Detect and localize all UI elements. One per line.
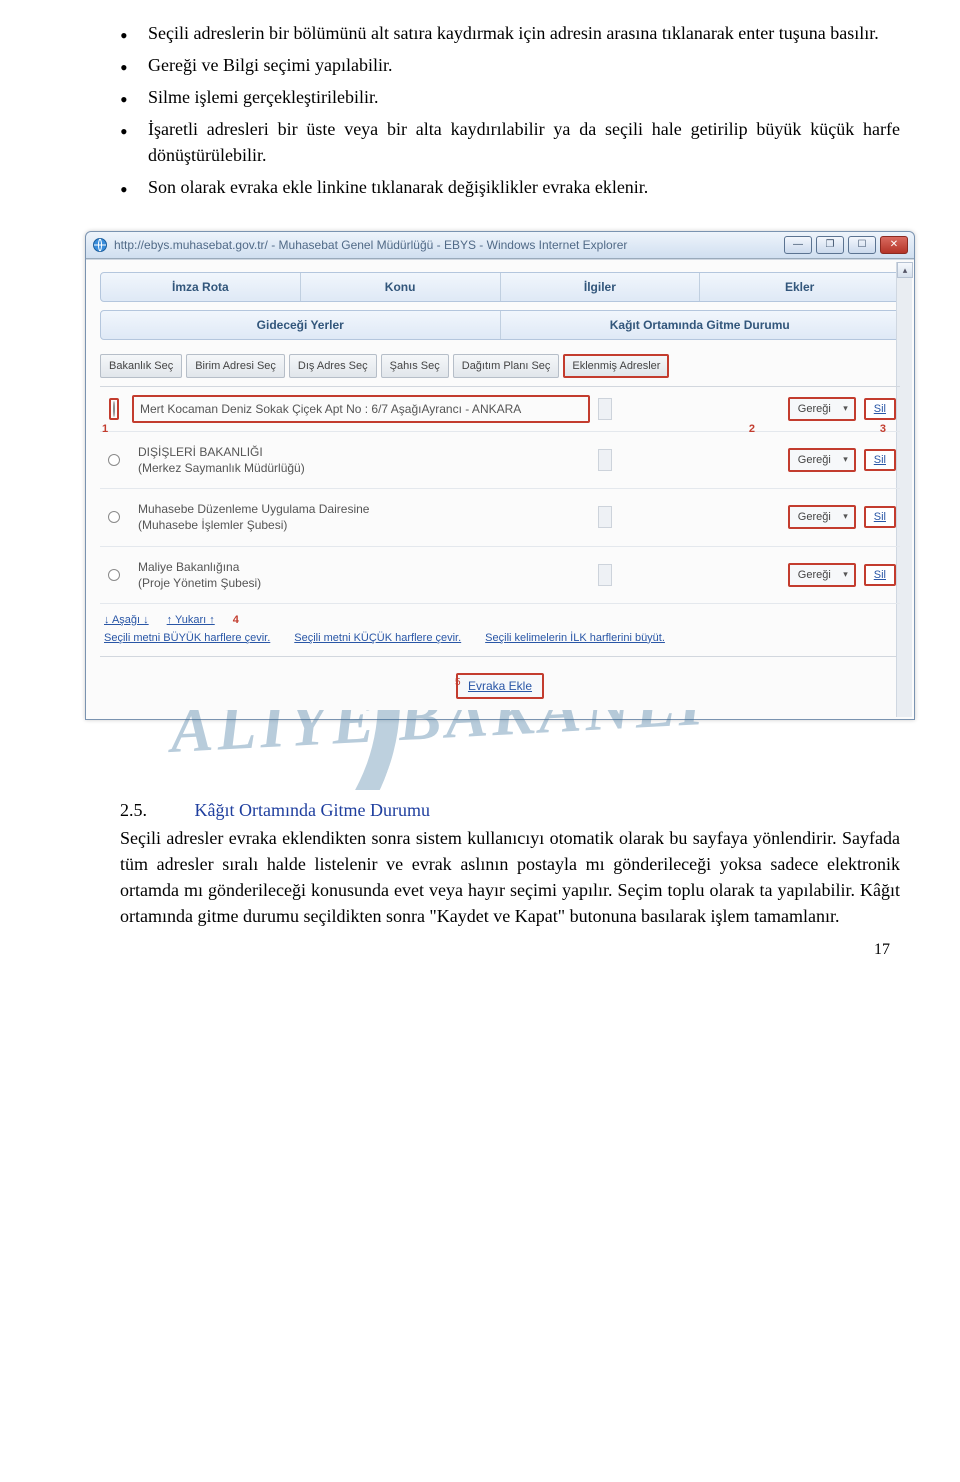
bullet-item: Silme işlemi gerçekleştirilebilir. — [120, 84, 900, 110]
delete-link[interactable]: Sil — [864, 398, 896, 420]
delete-link[interactable]: Sil — [864, 506, 896, 528]
tab-ilgiler[interactable]: İlgiler — [501, 273, 701, 301]
intro-bullet-list: Seçili adreslerin bir bölümünü alt satır… — [120, 20, 900, 201]
bullet-item: İşaretli adresleri bir üste veya bir alt… — [120, 116, 900, 168]
tabs-row-1: İmza Rota Konu İlgiler Ekler — [100, 272, 900, 302]
uppercase-link[interactable]: Seçili metni BÜYÜK harflere çevir. — [104, 632, 270, 644]
filter-buttons: Bakanlık Seç Birim Adresi Seç Dış Adres … — [100, 354, 900, 378]
address-row: 1 Mert Kocaman Deniz Sokak Çiçek Apt No … — [100, 387, 900, 432]
address-text: Maliye Bakanlığına (Proje Yönetim Şubesi… — [132, 555, 590, 595]
radio-select[interactable] — [108, 511, 120, 523]
filter-dis-adres-sec[interactable]: Dış Adres Seç — [289, 354, 377, 378]
address-row: DIŞİŞLERİ BAKANLIĞI (Merkez Saymanlık Mü… — [100, 432, 900, 489]
address-text: DIŞİŞLERİ BAKANLIĞI (Merkez Saymanlık Mü… — [132, 440, 590, 480]
badge-4: 4 — [233, 614, 239, 626]
tab-ekler[interactable]: Ekler — [700, 273, 899, 301]
address-row: Muhasebe Düzenleme Uygulama Dairesine (M… — [100, 489, 900, 546]
filter-dagitim-plani-sec[interactable]: Dağıtım Planı Seç — [453, 354, 560, 378]
watermark: ALİYE BAKANLI — [120, 710, 900, 790]
action-select[interactable]: Gereği — [788, 563, 856, 587]
section-paragraph: Seçili adresler evraka eklendikten sonra… — [120, 825, 900, 929]
bullet-item: Gereği ve Bilgi seçimi yapılabilir. — [120, 52, 900, 78]
action-select[interactable]: Gereği — [788, 505, 856, 529]
section-number: 2.5. — [120, 800, 190, 821]
badge-5: 5 — [455, 677, 461, 688]
bullet-item: Son olarak evraka ekle linkine tıklanara… — [120, 174, 900, 200]
delete-link[interactable]: Sil — [864, 449, 896, 471]
move-up-link[interactable]: ↑ Yukarı ↑ — [167, 614, 215, 626]
window-titlebar: http://ebys.muhasebat.gov.tr/ - Muhaseba… — [86, 232, 914, 259]
move-row: ↓ Aşağı ↓ ↑ Yukarı ↑ 4 — [100, 604, 900, 630]
radio-select[interactable] — [113, 401, 115, 417]
filter-bakanlik-sec[interactable]: Bakanlık Seç — [100, 354, 182, 378]
action-select[interactable]: Gereği — [788, 448, 856, 472]
tab-konu[interactable]: Konu — [301, 273, 501, 301]
badge-1: 1 — [102, 423, 108, 435]
address-list: 2 3 1 Mert Kocaman Deniz Sokak Çiçek Apt… — [100, 386, 900, 604]
drag-handle-icon[interactable] — [598, 564, 612, 586]
bullet-item: Seçili adreslerin bir bölümünü alt satır… — [120, 20, 900, 46]
radio-select[interactable] — [108, 454, 120, 466]
section-title: Kâğıt Ortamında Gitme Durumu — [195, 800, 430, 820]
tab-kagit-ortaminda[interactable]: Kağıt Ortamında Gitme Durumu — [501, 311, 900, 339]
tabs-row-2: Gideceği Yerler Kağıt Ortamında Gitme Du… — [100, 310, 900, 340]
move-down-link[interactable]: ↓ Aşağı ↓ — [104, 614, 149, 626]
page-number: 17 — [874, 941, 890, 959]
drag-handle-icon[interactable] — [598, 506, 612, 528]
window-title: http://ebys.muhasebat.gov.tr/ - Muhaseba… — [114, 238, 784, 252]
badge-2: 2 — [749, 423, 755, 435]
ie-icon — [92, 237, 108, 253]
evraka-ekle-button[interactable]: 5 Evraka Ekle — [456, 673, 544, 699]
evraka-ekle-label: Evraka Ekle — [468, 679, 532, 693]
convert-row: Seçili metni BÜYÜK harflere çevir. Seçil… — [100, 630, 900, 657]
window-restore-button[interactable]: ❐ — [816, 236, 844, 254]
scroll-up-icon[interactable]: ▴ — [897, 262, 913, 278]
ie-window: http://ebys.muhasebat.gov.tr/ - Muhaseba… — [85, 231, 915, 720]
address-text: Mert Kocaman Deniz Sokak Çiçek Apt No : … — [132, 395, 590, 423]
address-text: Muhasebe Düzenleme Uygulama Dairesine (M… — [132, 497, 590, 537]
window-close-button[interactable]: ✕ — [880, 236, 908, 254]
drag-handle-icon[interactable] — [598, 449, 612, 471]
badge-1-wrap — [109, 398, 119, 420]
badge-3: 3 — [880, 423, 886, 435]
lowercase-link[interactable]: Seçili metni KÜÇÜK harflere çevir. — [294, 632, 461, 644]
delete-link[interactable]: Sil — [864, 564, 896, 586]
action-select[interactable]: Gereği — [788, 397, 856, 421]
filter-eklenmis-adresler[interactable]: Eklenmiş Adresler — [563, 354, 669, 378]
tab-gidecegi-yerler[interactable]: Gideceği Yerler — [101, 311, 501, 339]
section-heading: 2.5. Kâğıt Ortamında Gitme Durumu — [120, 800, 900, 821]
tab-imza-rota[interactable]: İmza Rota — [101, 273, 301, 301]
filter-birim-adresi-sec[interactable]: Birim Adresi Seç — [186, 354, 285, 378]
window-maximize-button[interactable]: ☐ — [848, 236, 876, 254]
window-content: ▴ İmza Rota Konu İlgiler Ekler Gideceği … — [86, 259, 914, 719]
window-minimize-button[interactable]: — — [784, 236, 812, 254]
radio-select[interactable] — [108, 569, 120, 581]
address-row: Maliye Bakanlığına (Proje Yönetim Şubesi… — [100, 547, 900, 604]
filter-sahis-sec[interactable]: Şahıs Seç — [381, 354, 449, 378]
drag-handle-icon[interactable] — [598, 398, 612, 420]
capitalize-link[interactable]: Seçili kelimelerin İLK harflerini büyüt. — [485, 632, 665, 644]
